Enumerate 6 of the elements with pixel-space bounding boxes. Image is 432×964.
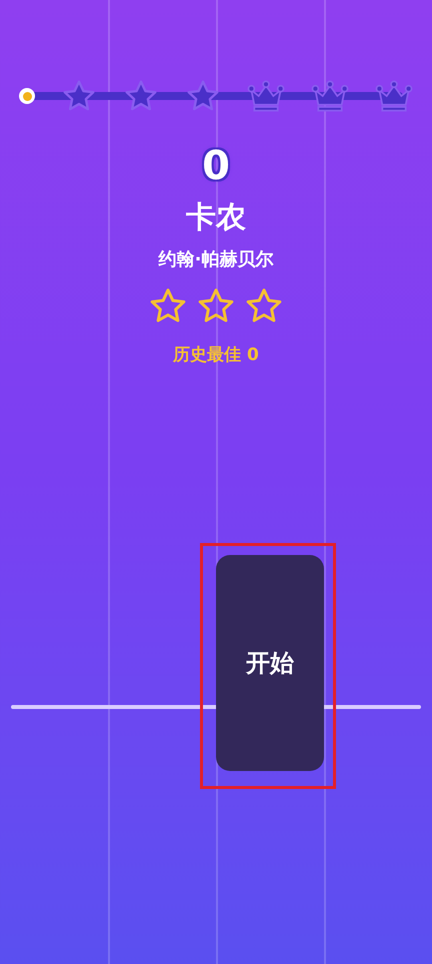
score: 0 <box>202 142 230 190</box>
progress-marker <box>19 88 35 104</box>
start-tile[interactable]: 开始 <box>216 555 324 771</box>
song-title: 卡农 <box>186 200 246 236</box>
best-score: 历史最佳 0 <box>173 344 259 366</box>
song-artist: 约翰·帕赫贝尔 <box>158 248 274 272</box>
